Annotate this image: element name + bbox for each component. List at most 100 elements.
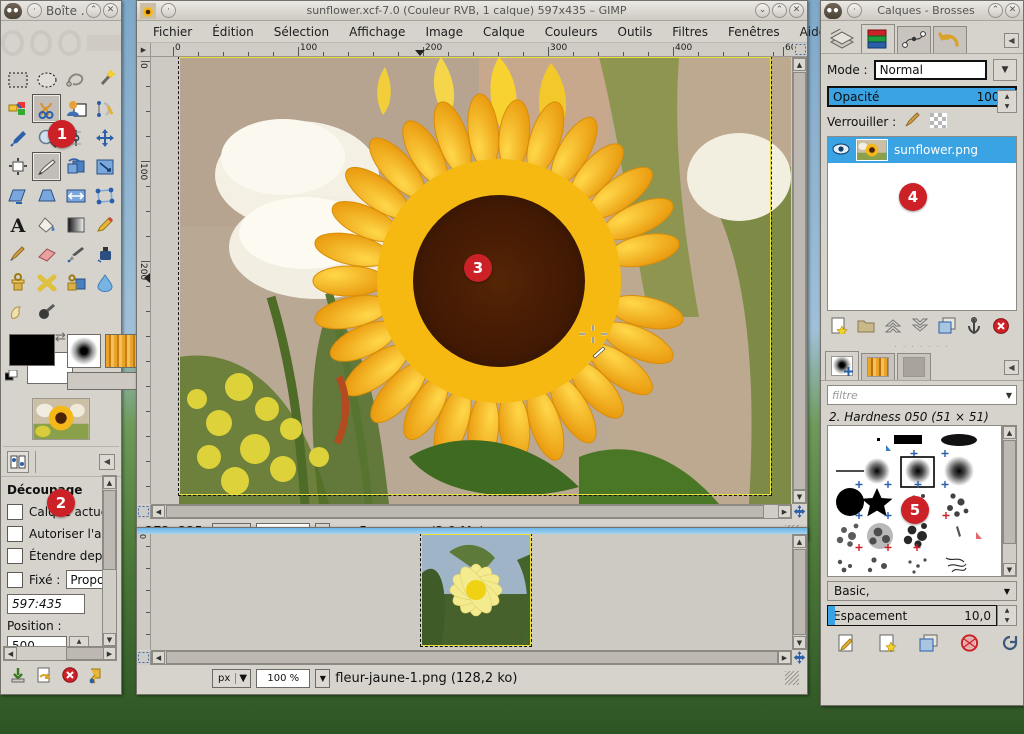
duplicate-brush-button[interactable] (919, 634, 938, 655)
tool-options-hscrollbar[interactable]: ◀ ▶ (3, 646, 117, 661)
tab-patterns[interactable] (861, 353, 895, 380)
scissors-select-tool[interactable] (32, 94, 61, 123)
window2-navigation-button[interactable] (792, 651, 807, 664)
delete-tool-options-button[interactable] (61, 666, 79, 687)
swap-colors-icon[interactable]: ⇄ (55, 330, 66, 345)
fuzzy-select-tool[interactable] (90, 65, 119, 94)
active-gradient-swatch[interactable] (67, 372, 141, 390)
tab-layers[interactable] (825, 26, 859, 53)
ellipse-select-tool[interactable] (32, 65, 61, 94)
layers-dock-menu-button[interactable]: ◀ (1004, 33, 1019, 48)
window2-zoom-arrow[interactable]: ▼ (315, 669, 330, 688)
cage-transform-tool[interactable] (90, 181, 119, 210)
dock-shade-button[interactable]: ⌃ (988, 3, 1003, 18)
layer-opacity-spinner[interactable]: ▲▼ (997, 90, 1017, 113)
lock-alpha-icon[interactable] (930, 113, 947, 131)
new-layer-group-button[interactable] (857, 317, 875, 337)
quickmask-toggle-top[interactable] (793, 43, 807, 57)
checkbox-fixe[interactable] (7, 572, 23, 588)
window2-image-canvas[interactable] (151, 534, 792, 650)
delete-brush-button[interactable] (960, 634, 979, 655)
foreground-select-tool[interactable] (61, 94, 90, 123)
window2-quickmask-toggle[interactable] (137, 651, 151, 665)
window2-vertical-scrollbar[interactable]: ▲ ▼ (792, 534, 807, 650)
restore-tool-options-button[interactable] (35, 666, 53, 687)
quickmask-toggle-bottom[interactable] (137, 505, 151, 519)
edit-brush-button[interactable] (837, 634, 856, 655)
layers-list[interactable]: sunflower.png (827, 136, 1017, 311)
paths-tool[interactable] (90, 94, 119, 123)
reset-tool-options-button[interactable] (87, 666, 105, 687)
checkbox-autoriser-agrandissement[interactable] (7, 526, 23, 542)
menu-selection[interactable]: Sélection (264, 23, 339, 41)
image-shade-down-button[interactable]: ⌄ (755, 3, 770, 18)
toolbox-minimize-button[interactable]: · (27, 3, 42, 18)
navigation-preview-button[interactable] (792, 505, 807, 518)
flip-tool[interactable] (61, 181, 90, 210)
brush-spacing-spinner[interactable]: ▲▼ (997, 605, 1017, 626)
dodge-burn-tool[interactable] (32, 297, 61, 326)
checkbox-etendre-depuis[interactable] (7, 548, 23, 564)
dock-separator-handle[interactable]: · · · · · · · (821, 343, 1023, 351)
horizontal-ruler[interactable]: 0 100 200 300 400 60 (151, 43, 793, 57)
ruler-origin-button[interactable]: ▶ (137, 43, 151, 57)
dock-close-button[interactable]: ✕ (1005, 3, 1020, 18)
layer-visibility-eye-icon[interactable] (832, 143, 850, 158)
airbrush-tool[interactable] (61, 239, 90, 268)
menu-fichier[interactable]: Fichier (143, 23, 202, 41)
color-picker-tool[interactable] (3, 123, 32, 152)
save-tool-options-button[interactable] (9, 666, 27, 687)
menu-image[interactable]: Image (415, 23, 473, 41)
foreground-color-swatch[interactable] (9, 334, 55, 366)
pencil-tool[interactable] (90, 210, 119, 239)
menu-calque[interactable]: Calque (473, 23, 535, 41)
window2-zoom-input[interactable]: 100 % (256, 669, 310, 688)
brushes-dock-menu-button[interactable]: ◀ (1004, 360, 1019, 375)
refresh-brushes-button[interactable] (1001, 634, 1020, 655)
scale-tool[interactable] (90, 152, 119, 181)
canvas-vertical-scrollbar[interactable]: ▲ ▼ (792, 57, 807, 504)
heal-tool[interactable] (32, 268, 61, 297)
tab-channels[interactable] (861, 24, 895, 53)
layer-row-sunflower[interactable]: sunflower.png (828, 137, 1016, 163)
new-layer-button[interactable] (830, 317, 848, 337)
brush-tag-dropdown-icon[interactable]: ▼ (1004, 587, 1010, 596)
image-thumbnail[interactable] (32, 398, 90, 440)
window2-horizontal-scrollbar[interactable]: ◀ ▶ (151, 650, 792, 665)
active-pattern-swatch[interactable] (105, 334, 139, 368)
dock-minimize-button[interactable]: · (847, 3, 862, 18)
toolbox-titlebar[interactable]: · Boîte ... ⌃ ✕ (1, 1, 121, 21)
brush-spacing-slider[interactable]: Espacement 10,0 (827, 605, 997, 626)
gradient-tool[interactable] (61, 210, 90, 239)
brush-filter-dropdown-icon[interactable]: ▼ (1006, 391, 1012, 400)
select-by-color-tool[interactable] (3, 94, 32, 123)
perspective-clone-tool[interactable] (61, 268, 90, 297)
clone-tool[interactable] (3, 268, 32, 297)
tool-options-menu-button[interactable]: ◀ (99, 454, 115, 470)
window2-unit-combo[interactable]: px ▼ (212, 669, 251, 688)
image-shade-up-button[interactable]: ⌃ (772, 3, 787, 18)
text-tool[interactable]: A (3, 210, 32, 239)
rotate-tool[interactable] (61, 152, 90, 181)
menu-affichage[interactable]: Affichage (339, 23, 415, 41)
duplicate-layer-button[interactable] (938, 317, 956, 337)
blur-sharpen-tool[interactable] (90, 268, 119, 297)
brush-tag-row[interactable]: Basic, ▼ (827, 581, 1017, 601)
tool-options-scrollbar[interactable]: ▲ ▼ (102, 475, 117, 647)
dock-titlebar[interactable]: · Calques - Brosses ⌃ ✕ (821, 1, 1023, 21)
checkbox-calque-actuel[interactable] (7, 504, 23, 520)
reset-colors-icon[interactable] (5, 370, 21, 384)
layer-mode-select[interactable]: Normal (874, 60, 987, 80)
window2-vertical-ruler[interactable]: 0 (137, 534, 151, 650)
toolbox-close-button[interactable]: ✕ (103, 3, 118, 18)
menu-edition[interactable]: Édition (202, 23, 264, 41)
active-brush-swatch[interactable] (67, 334, 101, 368)
lock-pixels-icon[interactable] (904, 112, 922, 131)
ink-tool[interactable] (90, 239, 119, 268)
vertical-ruler[interactable]: 0 100 200 (137, 57, 151, 504)
menu-filtres[interactable]: Filtres (662, 23, 718, 41)
alignment-tool[interactable] (3, 152, 32, 181)
window2-resize-grip[interactable] (785, 671, 799, 685)
tool-options-tab-icon[interactable] (7, 451, 29, 473)
image-minimize-button[interactable]: · (161, 3, 176, 18)
